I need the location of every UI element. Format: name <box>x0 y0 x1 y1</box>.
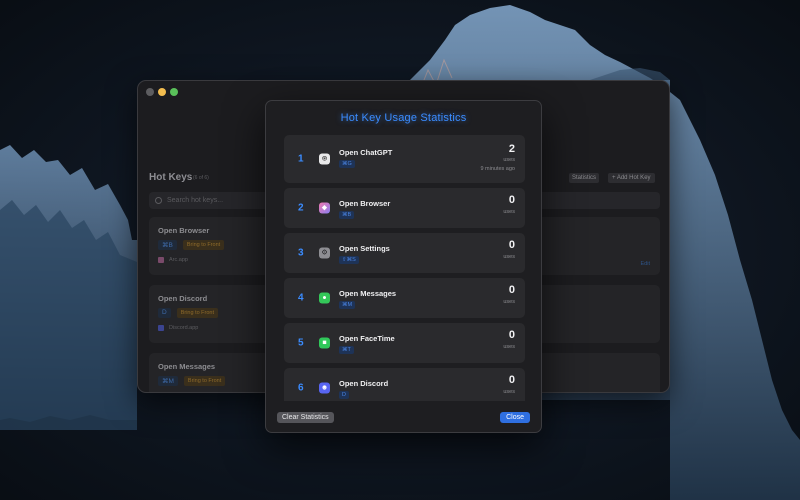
add-hotkey-button[interactable]: + Add Hot Key <box>608 173 655 183</box>
usage-unit: uses <box>503 209 515 215</box>
hotkey-shortcut: ⌘T <box>339 346 354 354</box>
search-placeholder: Search hot keys... <box>167 197 224 204</box>
statistics-button[interactable]: Statistics <box>569 173 600 183</box>
usage-unit: uses <box>503 299 515 305</box>
discord-app-icon <box>158 325 164 331</box>
usage-unit: uses <box>503 157 515 163</box>
browser-icon: ◆ <box>319 202 330 214</box>
hotkey-name: Open Discord <box>339 379 389 388</box>
list-item: 5 ■ Open FaceTime ⌘T 0 uses <box>284 323 525 363</box>
window-zoom-button[interactable] <box>170 88 178 96</box>
hotkey-app-name: Arc.app <box>169 257 188 263</box>
usage-count: 0 <box>508 374 515 386</box>
usage-unit: uses <box>503 389 515 395</box>
usage-count: 2 <box>508 143 515 155</box>
list-item: 1 ⊛ Open ChatGPT ⌘G 2 uses 9 minutes ago <box>284 135 525 183</box>
list-item: 3 ⚙ Open Settings ⇧⌘S 0 uses <box>284 233 525 273</box>
hotkey-name: Open Settings <box>339 244 390 253</box>
hotkey-name: Open Messages <box>339 289 397 298</box>
facetime-icon: ■ <box>319 337 330 349</box>
rank-number: 3 <box>298 247 304 259</box>
discord-icon: ☻ <box>319 382 330 394</box>
settings-icon: ⚙ <box>319 247 330 259</box>
search-icon <box>155 197 162 204</box>
usage-count: 0 <box>508 239 515 251</box>
rank-number: 1 <box>298 153 304 165</box>
window-minimize-button[interactable] <box>158 88 166 96</box>
arc-app-icon <box>158 257 164 263</box>
hotkey-name: Open ChatGPT <box>339 148 393 157</box>
hotkey-shortcut: ⌘B <box>339 211 355 219</box>
last-used-time: 9 minutes ago <box>480 166 515 172</box>
hotkey-shortcut: ⌘M <box>339 301 356 309</box>
list-item: 4 ● Open Messages ⌘M 0 uses <box>284 278 525 318</box>
usage-count: 0 <box>508 329 515 341</box>
sheet-title: Hot Key Usage Statistics <box>340 112 467 124</box>
window-close-button[interactable] <box>146 88 154 96</box>
statistics-list[interactable]: 1 ⊛ Open ChatGPT ⌘G 2 uses 9 minutes ago… <box>284 135 525 401</box>
hotkey-shortcut: ⇧⌘S <box>339 256 359 264</box>
messages-icon: ● <box>319 292 330 304</box>
edit-link[interactable]: Edit <box>641 261 650 267</box>
hotkey-name: Open Browser <box>339 199 391 208</box>
bring-to-front-badge: Bring to Front <box>183 376 226 386</box>
bring-to-front-badge: Bring to Front <box>182 240 225 250</box>
usage-unit: uses <box>503 344 515 350</box>
hotkey-shortcut: D <box>339 391 349 399</box>
close-button[interactable]: Close <box>500 412 530 423</box>
chatgpt-icon: ⊛ <box>319 153 330 165</box>
usage-count: 0 <box>508 194 515 206</box>
rank-number: 5 <box>298 337 304 349</box>
usage-count: 0 <box>508 284 515 296</box>
hotkeys-heading: Hot Keys <box>149 172 193 183</box>
usage-unit: uses <box>503 254 515 260</box>
list-item: 6 ☻ Open Discord D 0 uses <box>284 368 525 401</box>
bring-to-front-badge: Bring to Front <box>176 308 219 318</box>
hotkey-shortcut: ⌘M <box>158 376 178 386</box>
hotkey-name: Open FaceTime <box>339 334 395 343</box>
list-item: 2 ◆ Open Browser ⌘B 0 uses <box>284 188 525 228</box>
hotkey-shortcut: D <box>158 308 171 318</box>
hotkey-shortcut: ⌘G <box>339 160 355 168</box>
clear-statistics-button[interactable]: Clear Statistics <box>277 412 334 423</box>
rank-number: 6 <box>298 382 304 394</box>
hotkey-shortcut: ⌘B <box>158 240 177 250</box>
hotkey-app-name: Discord.app <box>169 325 199 331</box>
rank-number: 2 <box>298 202 304 214</box>
hotkeys-count: (6 of 6) <box>193 175 209 181</box>
usage-statistics-sheet: Hot Key Usage Statistics 1 ⊛ Open ChatGP… <box>265 100 542 433</box>
rank-number: 4 <box>298 292 304 304</box>
